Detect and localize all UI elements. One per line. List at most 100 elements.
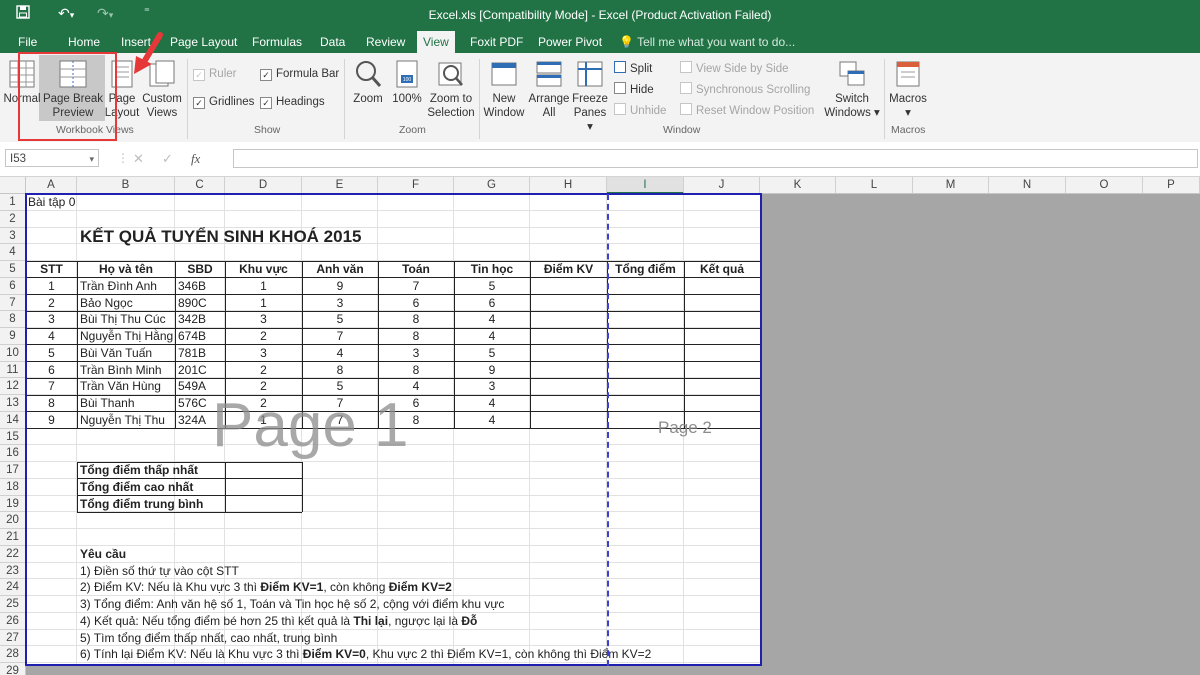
- table-cell[interactable]: 5: [454, 346, 530, 362]
- table-cell[interactable]: 201C: [178, 363, 207, 379]
- table-cell[interactable]: 9: [454, 363, 530, 379]
- table-cell[interactable]: 2: [225, 329, 302, 345]
- select-all-corner[interactable]: [0, 177, 26, 194]
- row-header-3[interactable]: 3: [0, 227, 26, 245]
- row-header-18[interactable]: 18: [0, 478, 26, 496]
- row-header-25[interactable]: 25: [0, 596, 26, 613]
- row-header-15[interactable]: 15: [0, 428, 26, 446]
- table-cell[interactable]: 8: [378, 312, 454, 328]
- table-cell[interactable]: 5: [454, 279, 530, 295]
- table-cell[interactable]: 3: [454, 379, 530, 395]
- table-cell[interactable]: 4: [302, 346, 378, 362]
- table-cell[interactable]: 7: [26, 379, 77, 395]
- table-cell[interactable]: 2: [26, 296, 77, 312]
- student-name[interactable]: Bùi Thanh: [80, 396, 135, 412]
- table-cell[interactable]: 324A: [178, 413, 206, 429]
- requirement-5[interactable]: 5) Tìm tổng điểm thấp nhất, cao nhất, tr…: [80, 631, 337, 647]
- row-header-22[interactable]: 22: [0, 545, 26, 563]
- row-header-12[interactable]: 12: [0, 378, 26, 395]
- requirement-3[interactable]: 3) Tổng điểm: Anh văn hệ số 1, Toán và T…: [80, 597, 504, 613]
- row-header-5[interactable]: 5: [0, 261, 26, 278]
- row-header-14[interactable]: 14: [0, 411, 26, 429]
- column-header-j[interactable]: J: [684, 177, 760, 194]
- row-header-11[interactable]: 11: [0, 361, 26, 379]
- column-header-a[interactable]: A: [26, 177, 77, 194]
- column-header-l[interactable]: L: [836, 177, 913, 194]
- cell-a1[interactable]: Bài tập 0: [28, 195, 75, 211]
- row-header-8[interactable]: 8: [0, 311, 26, 328]
- tab-formulas[interactable]: Formulas: [252, 35, 302, 49]
- table-cell[interactable]: 3: [378, 346, 454, 362]
- requirement-2[interactable]: 2) Điểm KV: Nếu là Khu vực 3 thì Điểm KV…: [80, 580, 452, 596]
- tab-power-pivot[interactable]: Power Pivot: [538, 35, 602, 49]
- drag-handle-icon[interactable]: ⋮: [117, 151, 129, 165]
- table-cell[interactable]: 1: [225, 296, 302, 312]
- header-cell[interactable]: STT: [26, 262, 77, 278]
- header-cell[interactable]: Tổng điểm: [607, 262, 684, 278]
- table-cell[interactable]: 4: [454, 312, 530, 328]
- student-name[interactable]: Trần Đình Anh: [80, 279, 157, 295]
- table-cell[interactable]: 9: [26, 413, 77, 429]
- column-header-c[interactable]: C: [175, 177, 225, 194]
- table-cell[interactable]: 3: [225, 312, 302, 328]
- table-cell[interactable]: 4: [454, 396, 530, 412]
- summary-label[interactable]: Tổng điểm cao nhất: [80, 480, 193, 496]
- tab-foxit-pdf[interactable]: Foxit PDF: [470, 35, 523, 49]
- row-header-9[interactable]: 9: [0, 328, 26, 345]
- table-cell[interactable]: 890C: [178, 296, 207, 312]
- tab-review[interactable]: Review: [366, 35, 405, 49]
- student-name[interactable]: Bùi Thị Thu Cúc: [80, 312, 166, 328]
- table-cell[interactable]: 1: [26, 279, 77, 295]
- name-box[interactable]: I53 ▾: [5, 149, 99, 167]
- row-header-4[interactable]: 4: [0, 244, 26, 261]
- requirement-1[interactable]: 1) Điền số thứ tự vào cột STT: [80, 564, 239, 580]
- new-window-button[interactable]: New Window: [482, 59, 526, 120]
- table-cell[interactable]: 6: [454, 296, 530, 312]
- formula-input[interactable]: [233, 149, 1198, 168]
- header-cell[interactable]: Khu vực: [225, 262, 302, 278]
- table-cell[interactable]: 7: [378, 279, 454, 295]
- zoom-to-selection-button[interactable]: Zoom to Selection: [425, 59, 477, 120]
- column-header-n[interactable]: N: [989, 177, 1066, 194]
- table-cell[interactable]: 8: [26, 396, 77, 412]
- row-header-26[interactable]: 26: [0, 612, 26, 630]
- tab-view[interactable]: View: [417, 31, 455, 53]
- zoom-100-button[interactable]: 100 100%: [390, 59, 424, 106]
- column-header-p[interactable]: P: [1143, 177, 1200, 194]
- table-cell[interactable]: 7: [302, 329, 378, 345]
- synchronous-scrolling-button[interactable]: Synchronous Scrolling: [680, 82, 810, 96]
- student-name[interactable]: Bùi Văn Tuấn: [80, 346, 152, 362]
- enter-icon[interactable]: ✓: [162, 151, 173, 166]
- tab-home[interactable]: Home: [68, 35, 100, 49]
- header-cell[interactable]: Điểm KV: [530, 262, 607, 278]
- row-header-6[interactable]: 6: [0, 277, 26, 295]
- table-cell[interactable]: 8: [378, 329, 454, 345]
- requirements-title[interactable]: Yêu cầu: [80, 547, 126, 563]
- switch-windows-button[interactable]: Switch Windows ▾: [822, 59, 882, 120]
- table-cell[interactable]: 674B: [178, 329, 206, 345]
- table-cell[interactable]: 5: [26, 346, 77, 362]
- student-name[interactable]: Bảo Ngọc: [80, 296, 133, 312]
- header-cell[interactable]: Toán: [378, 262, 454, 278]
- requirement-6[interactable]: 6) Tính lại Điểm KV: Nếu là Khu vực 3 th…: [80, 647, 651, 663]
- insert-function-icon[interactable]: fx: [191, 151, 200, 166]
- column-header-d[interactable]: D: [225, 177, 302, 194]
- header-cell[interactable]: Họ và tên: [77, 262, 175, 278]
- summary-label[interactable]: Tổng điểm thấp nhất: [80, 463, 198, 479]
- split-button[interactable]: Split: [614, 61, 652, 75]
- column-header-b[interactable]: B: [77, 177, 175, 194]
- column-header-i[interactable]: I: [607, 177, 684, 194]
- row-header-10[interactable]: 10: [0, 344, 26, 362]
- table-cell[interactable]: 3: [26, 312, 77, 328]
- table-cell[interactable]: 4: [26, 329, 77, 345]
- row-header-29[interactable]: 29: [0, 663, 26, 675]
- tell-me-search[interactable]: 💡 Tell me what you want to do...: [619, 35, 795, 49]
- tab-data[interactable]: Data: [320, 35, 345, 49]
- table-cell[interactable]: 2: [225, 363, 302, 379]
- row-header-1[interactable]: 1: [0, 194, 26, 211]
- table-cell[interactable]: 4: [454, 413, 530, 429]
- student-name[interactable]: Trần Bình Minh: [80, 363, 162, 379]
- table-cell[interactable]: 342B: [178, 312, 206, 328]
- column-header-h[interactable]: H: [530, 177, 607, 194]
- formula-bar-checkbox[interactable]: ✓ Formula Bar: [260, 68, 339, 81]
